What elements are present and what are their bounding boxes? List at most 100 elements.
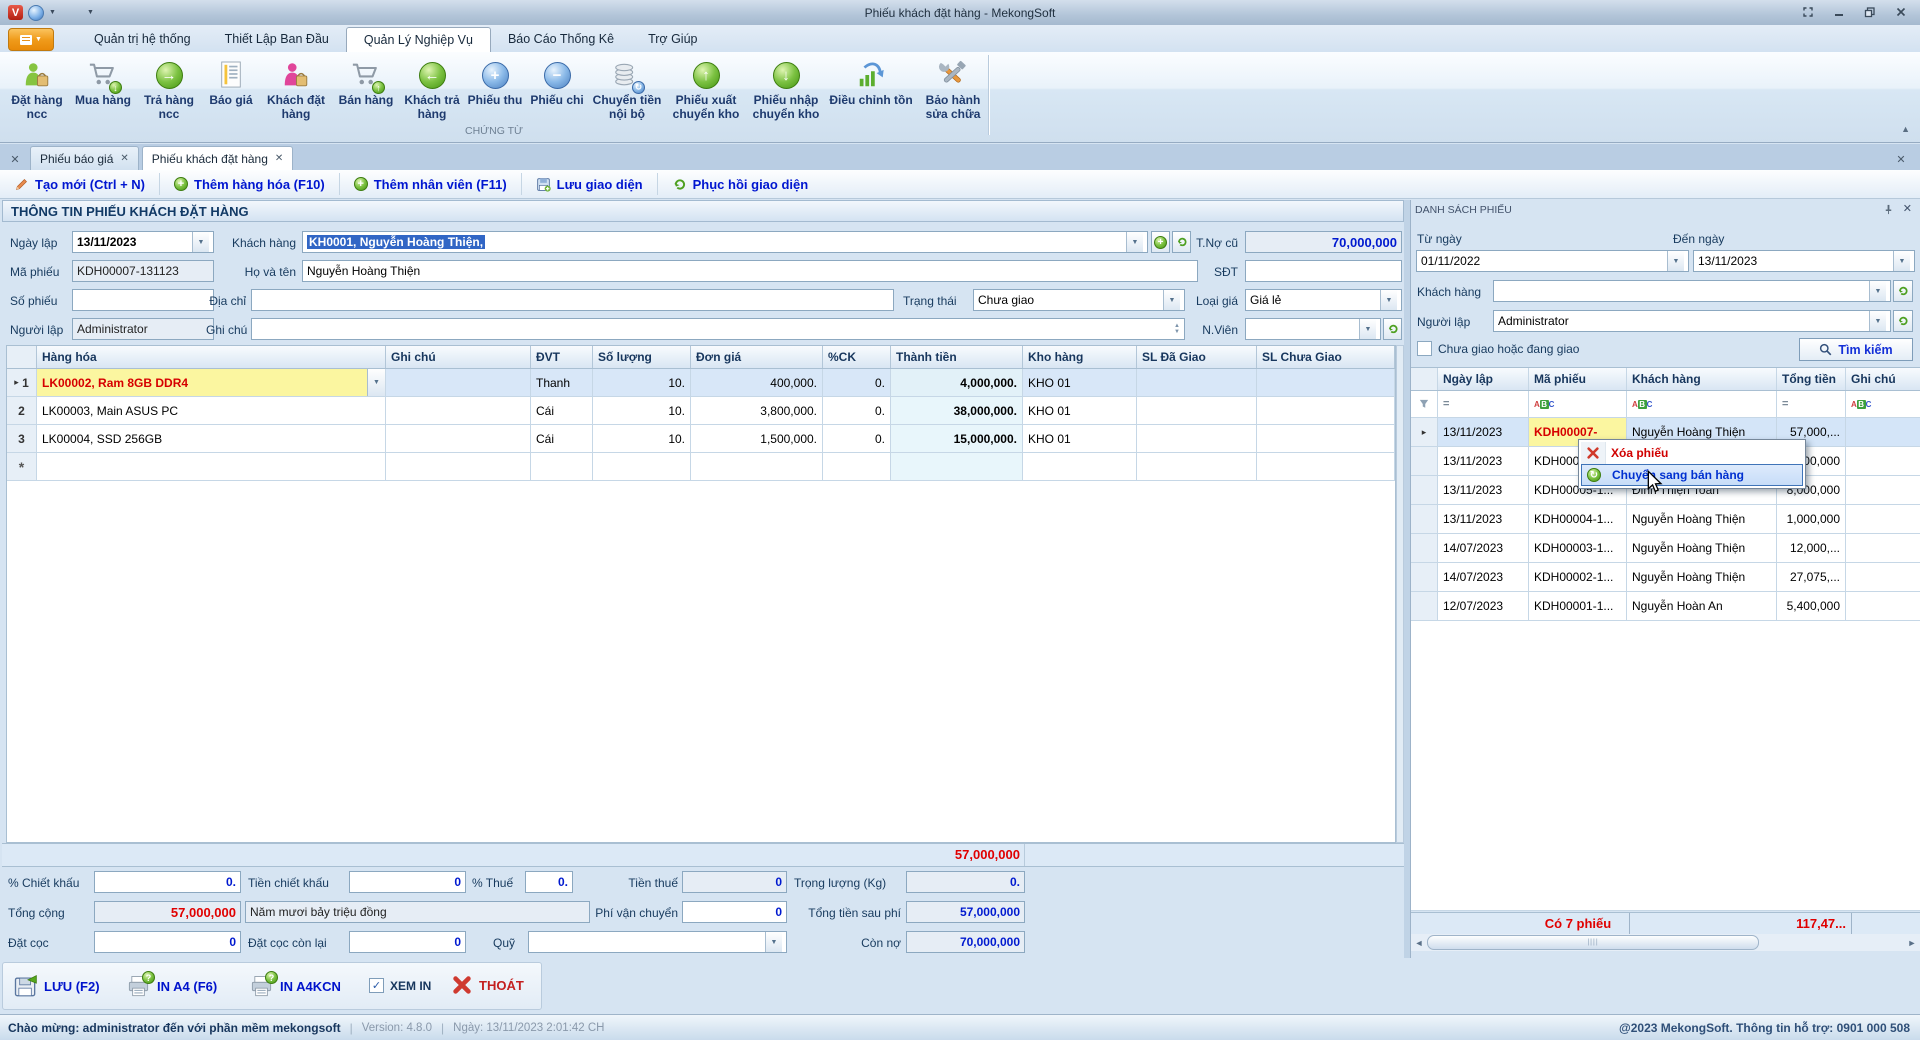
scrollbar-thumb[interactable]: |||| [1427, 935, 1759, 950]
chevron-down-icon[interactable]: ▼ [1893, 251, 1910, 271]
panel-customer-combo[interactable]: ▼ [1493, 280, 1891, 302]
chevron-down-icon[interactable]: ▼ [49, 9, 56, 16]
panel-creator-combo[interactable]: Administrator▼ [1493, 310, 1891, 332]
cell-product[interactable]: LK00003, Main ASUS PC [37, 397, 386, 424]
checkbox-unchecked-icon[interactable] [1417, 341, 1432, 356]
employee-combo[interactable]: ▼ [1245, 318, 1381, 340]
cell-warehouse[interactable]: KHO 01 [1023, 397, 1137, 424]
items-table-scrollbar[interactable] [1396, 345, 1404, 843]
add-customer-button[interactable]: + [1151, 231, 1170, 253]
cell-unit[interactable]: Cái [531, 397, 593, 424]
list-item[interactable]: 13/11/2023 KDH00004-1... Nguyễn Hoàng Th… [1411, 505, 1920, 534]
address-field[interactable] [251, 289, 894, 311]
table-row[interactable]: 3 LK00004, SSD 256GB Cái 10. 1,500,000. … [7, 425, 1395, 453]
app-menu-button[interactable]: ▼ [8, 28, 54, 51]
full-name-field[interactable]: Nguyễn Hoàng Thiện [302, 260, 1198, 282]
chevron-down-icon[interactable]: ▼ [1359, 319, 1376, 339]
spinner-icon[interactable]: ▲▼ [1174, 323, 1180, 335]
list-item[interactable]: 14/07/2023 KDH00002-1... Nguyễn Hoàng Th… [1411, 563, 1920, 592]
ribbon-button-mua-hang[interactable]: ↓ Mua hàng [70, 55, 136, 129]
col-so-luong[interactable]: Số lượng [593, 346, 691, 368]
col-ghi-chu[interactable]: Ghi chú [386, 346, 531, 368]
menu-item-convert-to-sale[interactable]: ↻ Chuyển sang bán hàng [1581, 464, 1803, 486]
list-item[interactable]: 14/07/2023 KDH00003-1... Nguyễn Hoàng Th… [1411, 534, 1920, 563]
ribbon-button-bao-hanh-sua-chua[interactable]: Bảo hành sửa chữa [916, 55, 990, 129]
to-date-field[interactable]: 13/11/2023▼ [1693, 250, 1915, 272]
close-all-tabs-icon[interactable]: ✕ [4, 148, 26, 170]
menu-tab-quan-tri-he-thong[interactable]: Quản trị hệ thống [77, 27, 208, 52]
refresh-employee-button[interactable] [1383, 318, 1402, 340]
col-thanh-tien[interactable]: Thành tiền [891, 346, 1023, 368]
print-a4-button[interactable]: ? IN A4 (F6) [126, 974, 217, 999]
ribbon-button-khach-dat-hang[interactable]: Khách đặt hàng [260, 55, 332, 129]
pin-icon[interactable] [1883, 204, 1894, 215]
cell-note[interactable] [386, 453, 531, 480]
cell-warehouse[interactable] [1023, 453, 1137, 480]
phone-field[interactable] [1245, 260, 1402, 282]
voucher-number-field[interactable] [72, 289, 214, 311]
quick-access-customize-icon[interactable]: ▼ [87, 9, 94, 16]
cell-qty[interactable] [593, 453, 691, 480]
cell-discount[interactable]: 0. [823, 425, 891, 452]
filter-row[interactable]: = ABC ABC = ABC [1411, 391, 1920, 418]
close-panel-icon[interactable]: ✕ [1890, 148, 1912, 170]
ribbon-button-chuyen-tien-noi-bo[interactable]: ↻ Chuyển tiền nội bộ [588, 55, 666, 129]
cell-price[interactable]: 1,500,000. [691, 425, 823, 452]
cell-product[interactable]: LK00004, SSD 256GB [37, 425, 386, 452]
col-kho-hang[interactable]: Kho hàng [1023, 346, 1137, 368]
col-ghi-chu[interactable]: Ghi chú [1846, 368, 1908, 390]
shipping-fee-field[interactable]: 0 [682, 901, 787, 923]
chevron-down-icon[interactable]: ▼ [1126, 232, 1143, 252]
list-item[interactable]: 12/07/2023 KDH00001-1... Nguyễn Hoàn An … [1411, 592, 1920, 621]
cell-qty[interactable]: 10. [593, 425, 691, 452]
col-ck[interactable]: %CK [823, 346, 891, 368]
panel-horizontal-scrollbar[interactable]: ◄ |||| ► [1411, 934, 1920, 951]
ribbon-button-phieu-chi[interactable]: − Phiếu chi [526, 55, 588, 129]
col-tong-tien[interactable]: Tổng tiền [1777, 368, 1846, 390]
menu-tab-quan-ly-nghiep-vu[interactable]: Quản Lý Nghiệp Vụ [346, 27, 491, 52]
cell-note[interactable] [386, 425, 531, 452]
menu-item-delete-voucher[interactable]: Xóa phiếu [1581, 442, 1803, 464]
chevron-down-icon[interactable]: ▼ [1163, 290, 1180, 310]
col-sl-chua-giao[interactable]: SL Chưa Giao [1257, 346, 1395, 368]
date-field[interactable]: 13/11/2023▼ [72, 231, 214, 253]
cell-warehouse[interactable]: KHO 01 [1023, 425, 1137, 452]
restore-button[interactable] [1857, 3, 1883, 20]
table-new-row[interactable]: * [7, 453, 1395, 481]
cell-unit[interactable]: Cái [531, 425, 593, 452]
col-dvt[interactable]: ĐVT [531, 346, 593, 368]
table-row[interactable]: 2 LK00003, Main ASUS PC Cái 10. 3,800,00… [7, 397, 1395, 425]
add-employee-button[interactable]: + Thêm nhân viên (F11) [340, 173, 522, 195]
deposit-field[interactable]: 0 [94, 931, 241, 953]
customer-combo[interactable]: KH0001, Nguyễn Hoàng Thiện, ▼ [302, 231, 1148, 253]
col-khach-hang[interactable]: Khách hàng [1627, 368, 1777, 390]
tax-pct-field[interactable]: 0. [525, 871, 573, 893]
save-button[interactable]: LƯU (F2) [13, 974, 100, 999]
ribbon-button-ban-hang[interactable]: ↑ Bán hàng [332, 55, 400, 129]
chevron-down-icon[interactable]: ▼ [1869, 281, 1886, 301]
chevron-down-icon[interactable]: ▼ [1869, 311, 1886, 331]
cell-product[interactable] [37, 453, 386, 480]
status-combo[interactable]: Chưa giao▼ [973, 289, 1185, 311]
exit-button[interactable]: THOÁT [451, 974, 524, 996]
menu-tab-thiet-lap-ban-dau[interactable]: Thiết Lập Ban Đầu [208, 27, 346, 52]
add-item-button[interactable]: + Thêm hàng hóa (F10) [160, 173, 340, 195]
menu-tab-bao-cao-thong-ke[interactable]: Báo Cáo Thống Kê [491, 27, 631, 52]
col-ma-phieu[interactable]: Mã phiếu [1529, 368, 1627, 390]
search-button[interactable]: Tìm kiếm [1799, 338, 1913, 361]
chevron-down-icon[interactable]: ▼ [192, 232, 209, 252]
close-button[interactable] [1888, 3, 1914, 20]
cell-note[interactable] [386, 369, 531, 396]
chevron-down-icon[interactable]: ▼ [367, 369, 385, 396]
discount-pct-field[interactable]: 0. [94, 871, 241, 893]
chevron-down-icon[interactable]: ▼ [1667, 251, 1684, 271]
panel-refresh-creator-button[interactable] [1893, 310, 1913, 332]
ribbon-button-bao-gia[interactable]: Báo giá [202, 55, 260, 129]
note-field[interactable]: ▲▼ [251, 318, 1185, 340]
minimize-button[interactable] [1826, 3, 1852, 20]
cell-unit[interactable]: Thanh [531, 369, 593, 396]
scroll-left-icon[interactable]: ◄ [1411, 938, 1427, 948]
restore-layout-button[interactable]: Phục hồi giao diện [658, 173, 823, 195]
ribbon-collapse-icon[interactable]: ▲ [1901, 124, 1910, 134]
ribbon-button-phieu-thu[interactable]: + Phiếu thu [464, 55, 526, 129]
